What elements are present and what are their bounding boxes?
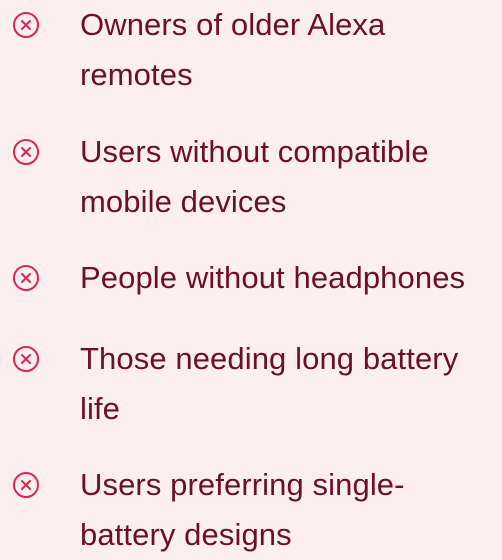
- list-item-label: Users preferring single-battery designs: [80, 467, 405, 552]
- list-item-label: Those needing long battery life: [80, 341, 459, 426]
- close-circle-icon: [12, 345, 40, 373]
- close-circle-icon: [12, 471, 40, 499]
- close-circle-icon: [12, 264, 40, 292]
- close-circle-icon: [12, 138, 40, 166]
- list-item-label: People without headphones: [80, 260, 466, 295]
- list-item-label: Users without compatible mobile devices: [80, 134, 429, 219]
- excluded-users-list: Owners of older Alexa remotes Users with…: [0, 0, 502, 554]
- close-circle-icon: [12, 11, 40, 39]
- list-item-label: Owners of older Alexa remotes: [80, 7, 386, 92]
